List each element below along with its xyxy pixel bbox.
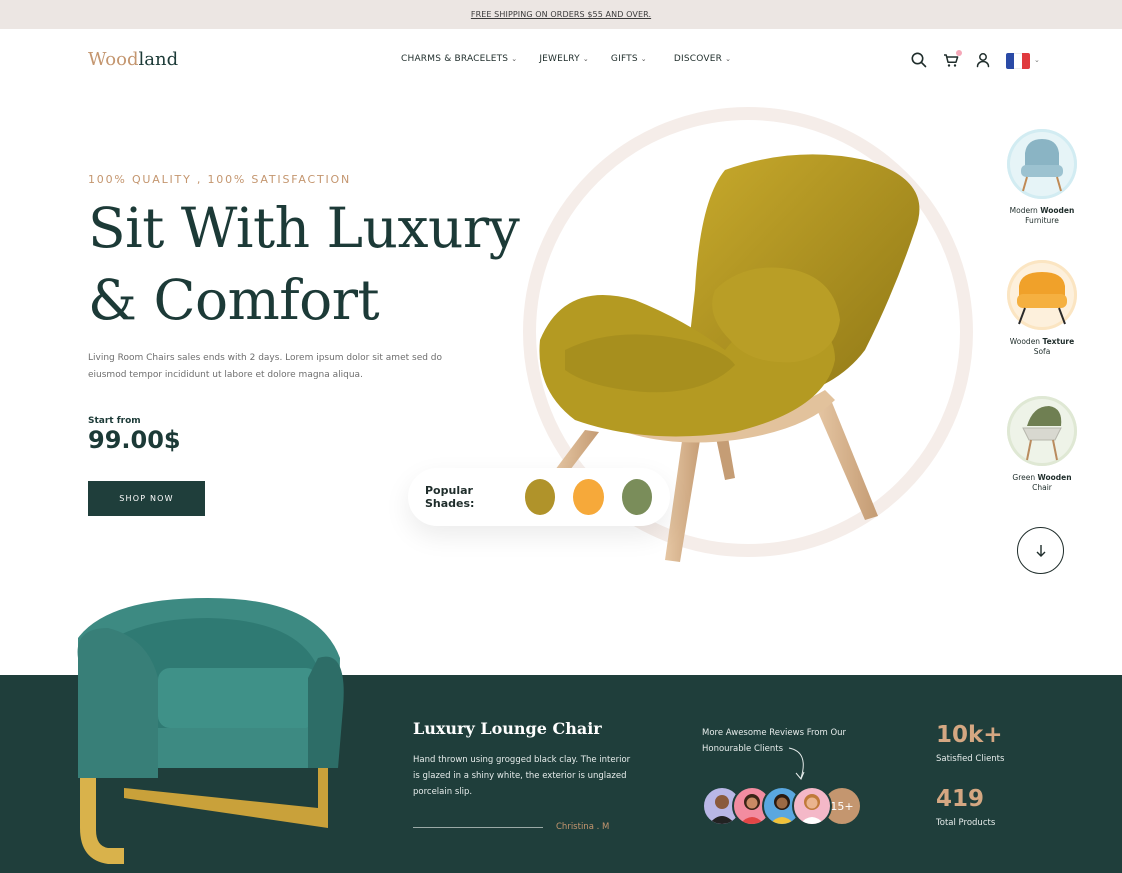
rail-item-green-wooden-chair[interactable]: Green Wooden Chair — [1004, 396, 1080, 493]
nav-label: GIFTS — [610, 54, 638, 64]
rail-thumb — [1007, 129, 1077, 199]
band-title: Luxury Lounge Chair — [413, 719, 602, 738]
site-header: Woodland CHARMS & BRACELETS ⌄ JEWELRY ⌄ … — [0, 29, 1122, 91]
nav-jewelry[interactable]: JEWELRY ⌄ — [539, 54, 589, 64]
search-icon[interactable] — [910, 51, 928, 69]
nav-label: DISCOVER — [673, 54, 723, 64]
shade-swatch-green[interactable] — [621, 479, 652, 515]
client-avatars: 15+ — [702, 786, 862, 826]
rail-label: Wooden Texture Sofa — [1009, 337, 1075, 356]
start-from-label: Start from — [88, 416, 141, 426]
arrow-down-icon — [1036, 544, 1045, 557]
orange-chair-image — [1017, 272, 1067, 325]
stat-total-products-label: Total Products — [936, 818, 996, 828]
cart-icon[interactable] — [942, 50, 962, 69]
logo-rest: land — [138, 49, 179, 70]
teal-lounge-chair-image — [77, 598, 344, 864]
logo-accent: Wood — [88, 49, 139, 70]
band-description: Hand thrown using grogged black clay. Th… — [413, 755, 631, 797]
chevron-down-icon: ⌄ — [582, 55, 589, 63]
blue-chair-image — [1021, 139, 1063, 192]
scroll-down-button[interactable] — [1017, 527, 1064, 574]
rail-label: Green Wooden Chair — [1012, 473, 1072, 492]
nav-label: JEWELRY — [539, 54, 580, 64]
rail-item-modern-wooden-furniture[interactable]: Modern Wooden Furniture — [1004, 129, 1080, 226]
logo[interactable]: Woodland — [88, 49, 178, 70]
nav-label: CHARMS & BRACELETS — [401, 54, 509, 64]
header-actions: ⌄ — [910, 50, 1040, 69]
rail-thumb — [1007, 260, 1077, 330]
user-icon[interactable] — [974, 51, 992, 69]
shade-swatch-orange[interactable] — [573, 479, 604, 515]
avatar[interactable] — [792, 786, 832, 826]
chevron-down-icon[interactable]: ⌄ — [1034, 56, 1040, 64]
main-nav: CHARMS & BRACELETS ⌄ JEWELRY ⌄ GIFTS ⌄ D… — [401, 54, 753, 64]
testimonial-author: Christina . M — [556, 822, 610, 832]
hero-price: 99.00$ — [88, 426, 181, 454]
flag-france-icon[interactable] — [1006, 52, 1030, 69]
nav-gifts[interactable]: GIFTS ⌄ — [611, 54, 647, 64]
stat-satisfied-clients-label: Satisfied Clients — [936, 754, 1005, 764]
hero-description: Living Room Chairs sales ends with 2 day… — [88, 353, 443, 380]
chevron-down-icon: ⌄ — [640, 55, 647, 63]
green-chair-image — [1022, 406, 1062, 461]
headline-line-1: Sit With Luxury — [88, 196, 520, 260]
nav-charms-bracelets[interactable]: CHARMS & BRACELETS ⌄ — [401, 54, 517, 64]
rail-thumb — [1007, 396, 1077, 466]
hero-eyebrow: 100% QUALITY , 100% SATISFACTION — [88, 173, 352, 186]
headline-line-2: & Comfort — [88, 268, 380, 332]
popular-shades-label: Popular Shades: — [425, 484, 475, 510]
rail-item-wooden-texture-sofa[interactable]: Wooden Texture Sofa — [1004, 260, 1080, 357]
chevron-down-icon: ⌄ — [511, 55, 518, 63]
stat-total-products-value: 419 — [936, 786, 985, 812]
shade-swatch-mustard[interactable] — [524, 479, 556, 515]
shop-now-button[interactable]: SHOP NOW — [88, 481, 205, 516]
chevron-down-icon: ⌄ — [725, 55, 732, 63]
popular-shades-card: Popular Shades: — [408, 468, 670, 526]
hero-headline: Sit With Luxury & Comfort — [88, 192, 520, 336]
stat-satisfied-clients-value: 10k+ — [936, 722, 1003, 748]
promo-bar: FREE SHIPPING ON ORDERS $55 AND OVER. — [0, 0, 1122, 29]
nav-discover[interactable]: DISCOVER ⌄ — [674, 54, 731, 64]
curved-arrow-icon — [788, 747, 805, 780]
divider-line — [413, 827, 543, 828]
rail-label: Modern Wooden Furniture — [1009, 206, 1075, 225]
cart-badge — [956, 50, 962, 56]
free-shipping-link[interactable]: FREE SHIPPING ON ORDERS $55 AND OVER. — [471, 10, 651, 19]
